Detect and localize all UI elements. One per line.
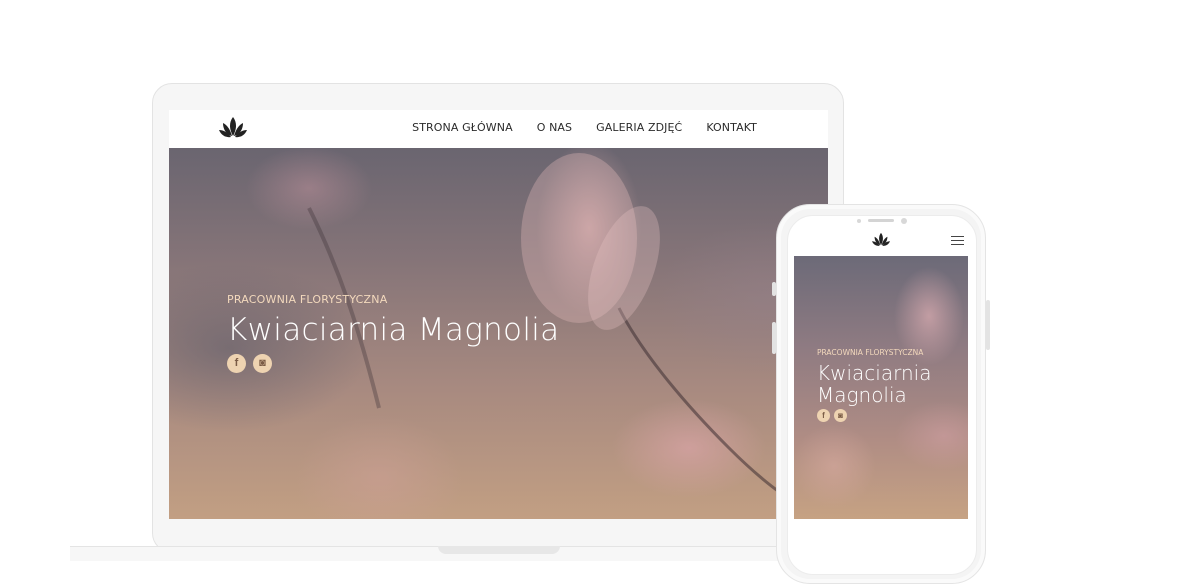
facebook-icon[interactable]: f xyxy=(227,354,246,373)
mobile-lotus-logo-icon[interactable] xyxy=(872,231,890,249)
phone-speaker xyxy=(868,219,894,222)
nav-item-about[interactable]: O NAS xyxy=(537,121,572,134)
hero-text: PRACOWNIA FLORYSTYCZNA Kwiaciarnia Magno… xyxy=(227,293,559,373)
lotus-logo-icon[interactable] xyxy=(219,115,247,141)
laptop-notch xyxy=(438,546,560,554)
laptop-base xyxy=(70,546,790,561)
social-links: f ◙ xyxy=(227,354,559,373)
site-header: STRONA GŁÓWNA O NAS GALERIA ZDJĘĆ KONTAK… xyxy=(169,110,828,148)
mobile-hero-title-line1: Kwiaciarnia xyxy=(817,361,932,385)
phone-sensor xyxy=(857,219,861,223)
hero-title: Kwiaciarnia Magnolia xyxy=(227,312,560,348)
phone-power-button xyxy=(986,300,990,350)
hero-kicker: PRACOWNIA FLORYSTYCZNA xyxy=(227,293,388,306)
desktop-screen: STRONA GŁÓWNA O NAS GALERIA ZDJĘĆ KONTAK… xyxy=(169,110,828,519)
instagram-icon[interactable]: ◙ xyxy=(834,409,847,422)
mobile-hero-title: Kwiaciarnia Magnolia xyxy=(817,362,931,406)
mobile-hero-title-line2: Magnolia xyxy=(817,383,907,407)
nav-item-gallery[interactable]: GALERIA ZDJĘĆ xyxy=(596,121,682,134)
phone-volume-button xyxy=(772,322,776,354)
phone-camera xyxy=(901,218,907,224)
mobile-hero-text: PRACOWNIA FLORYSTYCZNA Kwiaciarnia Magno… xyxy=(817,348,931,422)
nav-item-home[interactable]: STRONA GŁÓWNA xyxy=(412,121,513,134)
mobile-hero-image: PRACOWNIA FLORYSTYCZNA Kwiaciarnia Magno… xyxy=(794,256,968,519)
instagram-icon[interactable]: ◙ xyxy=(253,354,272,373)
mobile-social-links: f ◙ xyxy=(817,409,931,422)
nav-item-contact[interactable]: KONTAKT xyxy=(706,121,757,134)
hamburger-menu-icon[interactable] xyxy=(951,236,964,246)
facebook-icon[interactable]: f xyxy=(817,409,830,422)
main-nav: STRONA GŁÓWNA O NAS GALERIA ZDJĘĆ KONTAK… xyxy=(412,121,757,134)
phone-side-button xyxy=(772,282,776,296)
mobile-hero-kicker: PRACOWNIA FLORYSTYCZNA xyxy=(817,348,924,357)
hero-image: PRACOWNIA FLORYSTYCZNA Kwiaciarnia Magno… xyxy=(169,148,828,519)
